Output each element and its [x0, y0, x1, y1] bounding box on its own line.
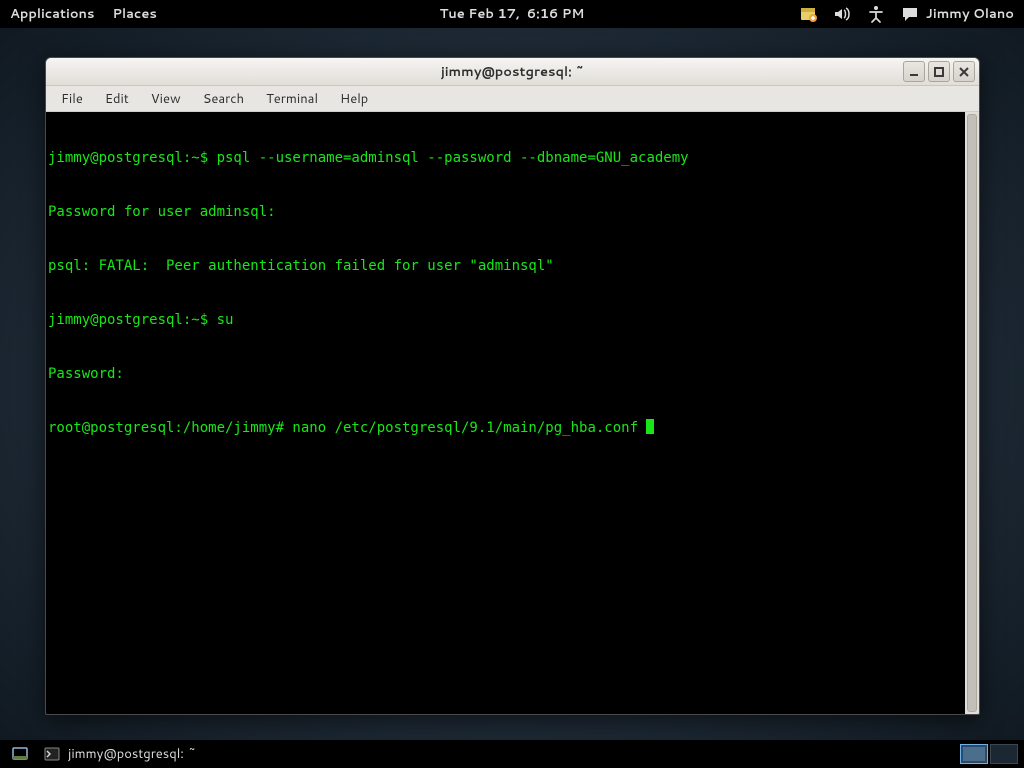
close-button[interactable]: [953, 61, 975, 82]
window-title: jimmy@postgresql: ~: [46, 63, 979, 81]
menu-applications[interactable]: Applications: [10, 5, 94, 23]
taskbar-item-label: jimmy@postgresql: ~: [68, 745, 196, 763]
workspace-1[interactable]: [960, 744, 988, 764]
show-desktop-icon: [12, 746, 28, 762]
user-name-label: Jimmy Olano: [926, 5, 1014, 23]
update-notifier-icon[interactable]: [798, 4, 818, 24]
terminal-line: Password for user adminsql:: [48, 203, 977, 221]
menu-search[interactable]: Search: [194, 87, 253, 111]
top-panel-left: Applications Places: [10, 5, 175, 23]
minimize-button[interactable]: [903, 61, 925, 82]
terminal-line: psql: FATAL: Peer authentication failed …: [48, 257, 977, 275]
menu-file[interactable]: File: [52, 87, 92, 111]
window-titlebar[interactable]: jimmy@postgresql: ~: [46, 58, 979, 86]
volume-icon[interactable]: [832, 4, 852, 24]
menu-view[interactable]: View: [142, 87, 190, 111]
taskbar-item-terminal[interactable]: jimmy@postgresql: ~: [38, 742, 206, 766]
menu-places[interactable]: Places: [112, 5, 156, 23]
user-menu[interactable]: Jimmy Olano: [900, 4, 1014, 24]
terminal-icon: [44, 746, 60, 762]
show-desktop-button[interactable]: [6, 742, 34, 766]
menu-terminal[interactable]: Terminal: [257, 87, 327, 111]
window-menubar: File Edit View Search Terminal Help: [46, 86, 979, 112]
terminal-cursor: [646, 419, 654, 434]
terminal-line: root@postgresql:/home/jimmy# nano /etc/p…: [48, 419, 977, 437]
terminal-line: jimmy@postgresql:~$ su: [48, 311, 977, 329]
panel-clock[interactable]: Tue Feb 17, 6:16 PM: [440, 5, 585, 23]
top-panel-tray: Jimmy Olano: [798, 4, 1014, 24]
menu-help[interactable]: Help: [331, 87, 377, 111]
workspace-2[interactable]: [990, 744, 1018, 764]
terminal-window: jimmy@postgresql: ~ File Edit View Searc…: [45, 57, 980, 715]
menu-edit[interactable]: Edit: [96, 87, 138, 111]
maximize-button[interactable]: [928, 61, 950, 82]
terminal-line: Password:: [48, 365, 977, 383]
top-panel: Applications Places Tue Feb 17, 6:16 PM …: [0, 0, 1024, 28]
workspace-switcher: [958, 742, 1020, 766]
chat-status-icon: [900, 4, 920, 24]
bottom-panel: jimmy@postgresql: ~: [0, 740, 1024, 768]
terminal-viewport[interactable]: jimmy@postgresql:~$ psql --username=admi…: [46, 112, 979, 714]
scrollbar-thumb[interactable]: [967, 114, 977, 712]
terminal-line: jimmy@postgresql:~$ psql --username=admi…: [48, 149, 977, 167]
window-controls: [903, 61, 975, 82]
terminal-scrollbar[interactable]: [965, 112, 979, 714]
accessibility-icon[interactable]: [866, 4, 886, 24]
